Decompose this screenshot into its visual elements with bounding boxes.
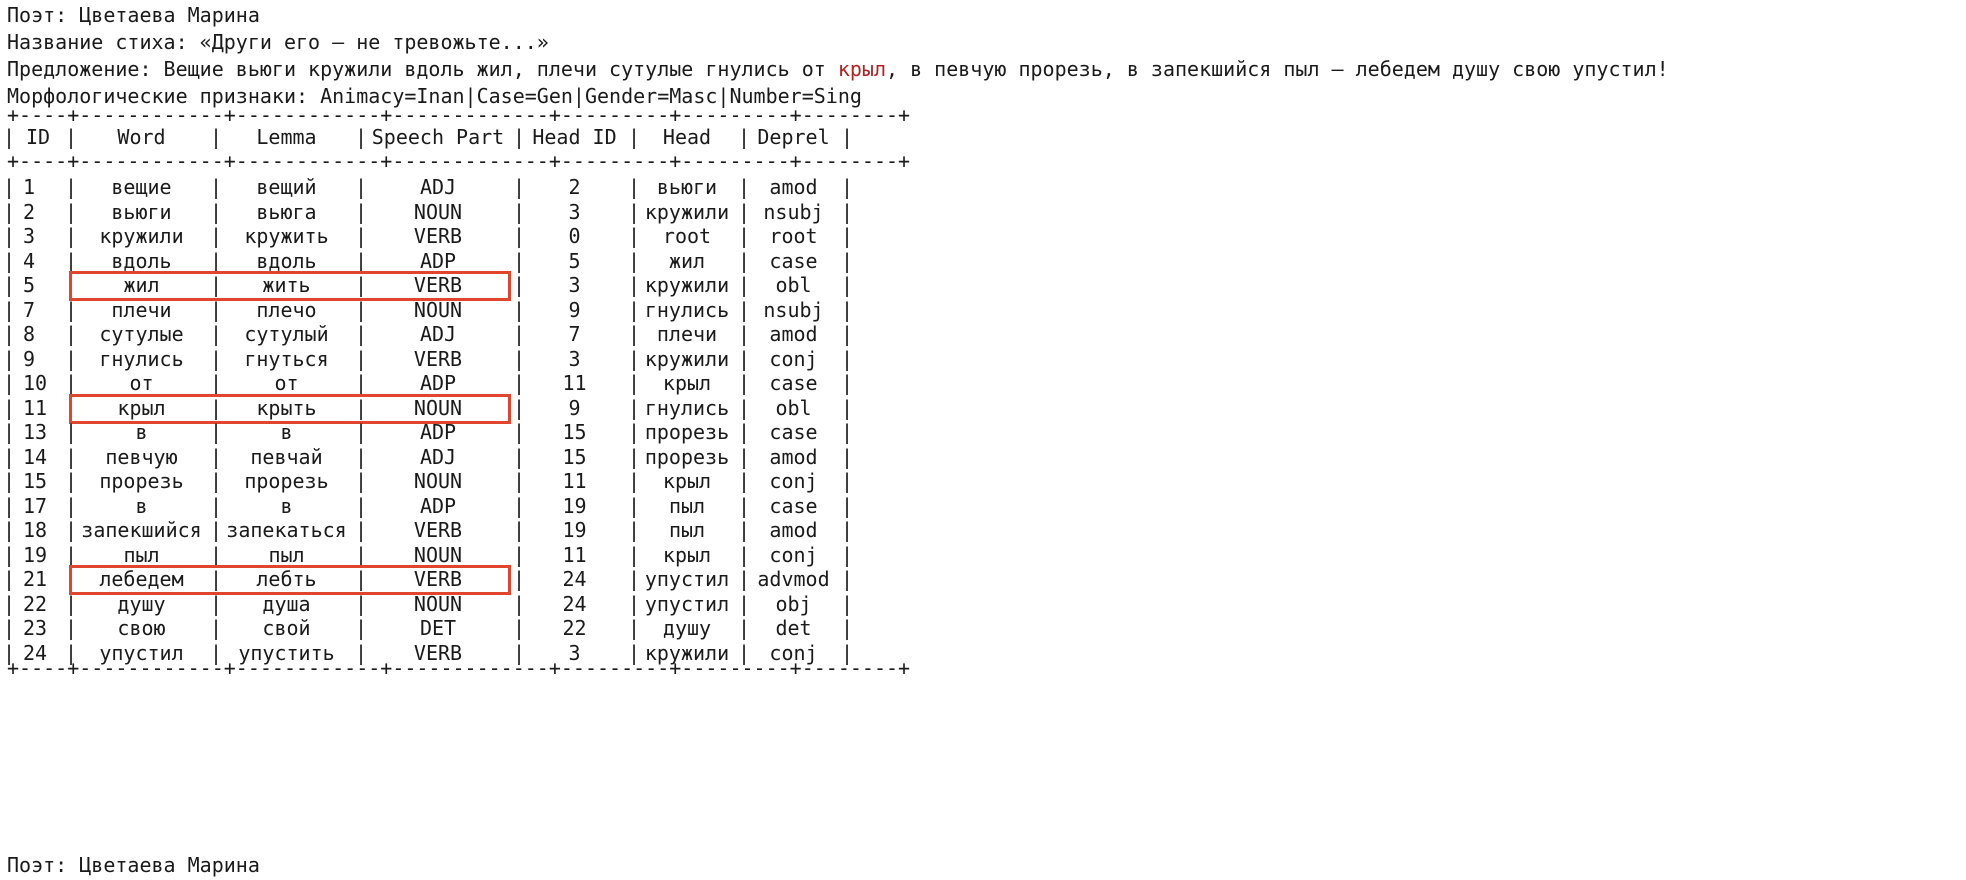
title-line: Название стиха: «Други его — не тревожьт…	[7, 30, 549, 54]
column-divider: |	[513, 125, 526, 149]
table-header-border: +----+------------+------------+--------…	[7, 149, 911, 173]
header-head-id: Head ID	[532, 125, 617, 149]
column-divider: |	[355, 125, 368, 149]
column-divider: |	[65, 125, 78, 149]
column-divider: |	[841, 125, 854, 149]
header-word: Word	[117, 125, 166, 149]
table-bottom-border: +----+------------+------------+--------…	[7, 656, 911, 680]
header-id: ID	[25, 125, 51, 149]
table-header-row: | | | | | | | | ID Word Lemma Speech Part Head ID Hea…	[3, 122, 857, 152]
column-divider: |	[3, 125, 16, 149]
poet-line: Поэт: Цветаева Марина	[7, 3, 260, 27]
column-divider: |	[738, 125, 751, 149]
header-deprel: Deprel	[757, 125, 830, 149]
next-poet-line: Поэт: Цветаева Марина	[7, 853, 260, 877]
sentence-prefix: Предложение: Вещие вьюги кружили вдоль ж…	[7, 57, 838, 81]
header-head: Head	[662, 125, 712, 149]
header-lemma: Lemma	[256, 125, 317, 149]
sentence-line: Предложение: Вещие вьюги кружили вдоль ж…	[7, 54, 1669, 84]
column-divider: |	[210, 125, 223, 149]
column-divider: |	[628, 125, 641, 149]
sentence-suffix: , в певчую прорезь, в запекшийся пыл — л…	[886, 57, 1669, 81]
header-speech-part: Speech Part	[371, 125, 505, 149]
sentence-highlight-word: крыл	[837, 57, 887, 81]
